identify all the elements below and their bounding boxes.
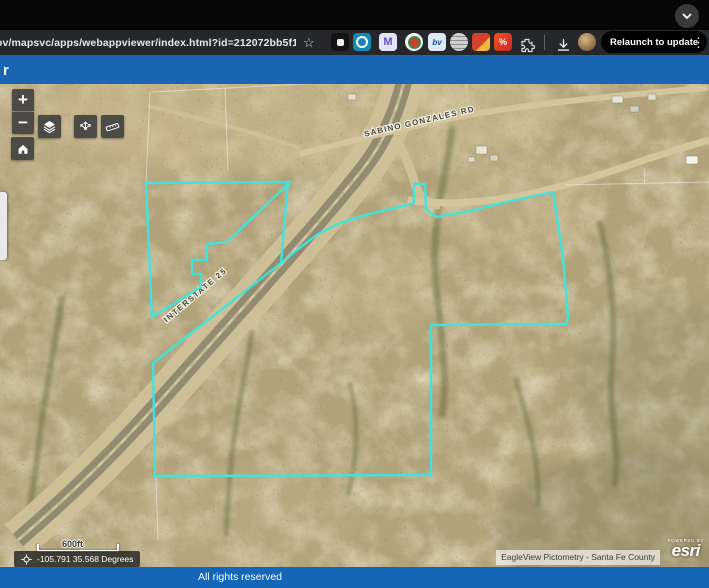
- extension-icon-6[interactable]: [450, 33, 468, 51]
- footer-text: All rights reserved: [0, 571, 480, 583]
- extension-icon-7[interactable]: [472, 33, 490, 51]
- app-header: r: [0, 55, 709, 84]
- bookmark-star-icon[interactable]: ☆: [303, 30, 315, 55]
- browser-menu-icon[interactable]: ⋮: [692, 30, 705, 55]
- extension-icon-4[interactable]: [405, 33, 423, 51]
- aerial-imagery: INTERSTATE 25 SABINO GONZALES RD: [0, 84, 709, 567]
- browser-titlebar: [0, 0, 709, 30]
- chevron-down-icon: [681, 10, 693, 22]
- share-arrows-icon: [78, 119, 93, 134]
- window-chevron-button[interactable]: [675, 4, 699, 28]
- share-button[interactable]: [74, 115, 97, 138]
- extensions-puzzle-icon[interactable]: [518, 33, 536, 51]
- zoom-in-button[interactable]: +: [12, 89, 34, 111]
- extension-icon-1[interactable]: [331, 33, 349, 51]
- extension-icon-m[interactable]: M: [379, 33, 397, 51]
- crosshair-icon[interactable]: [21, 554, 32, 565]
- sidebar-panel-handle[interactable]: [0, 192, 7, 260]
- measure-button[interactable]: [101, 115, 124, 138]
- app-title-fragment: r: [3, 62, 9, 79]
- home-button[interactable]: [11, 137, 34, 160]
- layers-icon: [42, 119, 57, 134]
- extension-icon-bv[interactable]: bv: [428, 33, 446, 51]
- download-button[interactable]: [554, 33, 572, 51]
- map-canvas[interactable]: INTERSTATE 25 SABINO GONZALES RD + −: [0, 84, 709, 567]
- browser-window: ov/mapsvc/apps/webappviewer/index.html?i…: [0, 0, 709, 588]
- layers-button[interactable]: [38, 115, 61, 138]
- measurement-icon: [105, 119, 120, 134]
- coordinate-readout: -105.791 35.568 Degrees: [37, 554, 133, 564]
- app-footer: All rights reserved: [0, 567, 709, 588]
- coordinate-widget: -105.791 35.568 Degrees: [14, 551, 140, 567]
- profile-avatar[interactable]: [578, 33, 596, 51]
- home-icon: [16, 142, 30, 156]
- extension-icon-2[interactable]: [353, 33, 371, 51]
- browser-toolbar: ov/mapsvc/apps/webappviewer/index.html?i…: [0, 30, 709, 55]
- url-bar[interactable]: ov/mapsvc/apps/webappviewer/index.html?i…: [0, 30, 296, 55]
- zoom-out-button[interactable]: −: [12, 112, 34, 134]
- scale-label: 600ft: [62, 539, 83, 549]
- esri-logo-text: esri: [667, 541, 704, 561]
- esri-logo: POWERED BY esri: [667, 538, 704, 561]
- toolbar-separator: [544, 35, 545, 50]
- map-attribution: EagleView Pictometry - Santa Fe County: [496, 550, 660, 565]
- extension-icon-percent[interactable]: %: [494, 33, 512, 51]
